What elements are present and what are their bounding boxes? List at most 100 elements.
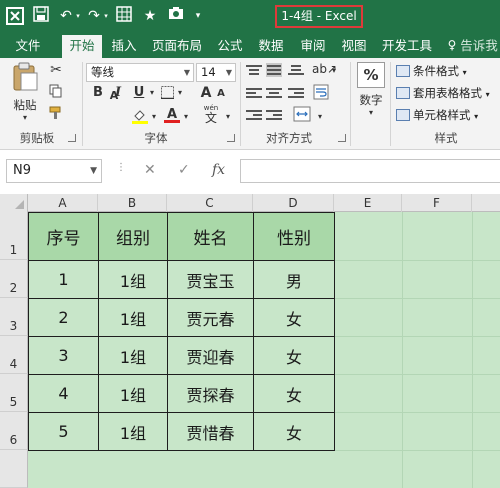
tab-view[interactable]: 视图 <box>336 33 372 58</box>
column-header-e[interactable]: E <box>334 194 402 212</box>
cell[interactable]: 1组 <box>98 298 168 337</box>
row-header-3[interactable]: 3 <box>0 298 28 336</box>
tab-formulas[interactable]: 公式 <box>212 33 248 58</box>
font-name-combo[interactable]: 等线 ▼ <box>86 63 194 82</box>
align-center-icon[interactable] <box>266 86 282 100</box>
tab-developer[interactable]: 开发工具 <box>378 33 436 58</box>
tab-insert[interactable]: 插入 <box>106 33 142 58</box>
number-format-button[interactable]: % 数字 ▾ <box>354 62 388 120</box>
row-header-4[interactable]: 4 <box>0 336 28 374</box>
cell[interactable]: 女 <box>253 298 335 337</box>
header-cell[interactable]: 性别 <box>253 212 335 261</box>
orientation-dropdown-icon[interactable]: ▾ <box>330 66 338 75</box>
merge-dropdown-icon[interactable]: ▾ <box>316 112 324 121</box>
grid-tool-icon[interactable] <box>114 6 134 26</box>
fill-color-icon[interactable] <box>132 108 148 127</box>
font-color-dropdown-icon[interactable]: ▾ <box>182 112 190 121</box>
formula-input[interactable] <box>240 159 500 183</box>
cell[interactable]: 2 <box>28 298 99 337</box>
header-cell[interactable]: 组别 <box>98 212 168 261</box>
cell[interactable]: 1组 <box>98 374 168 413</box>
more-dots-icon[interactable]: ⋮ <box>116 162 126 173</box>
tell-me-search[interactable]: 告诉我 <box>458 33 500 58</box>
phonetic-guide-button[interactable]: wén 文 <box>200 104 222 125</box>
cut-icon[interactable]: ✂ <box>48 62 64 78</box>
undo-dropdown-icon[interactable]: ▾ <box>74 6 82 26</box>
cell[interactable]: 贾迎春 <box>167 336 254 375</box>
tab-file[interactable]: 文件 <box>6 33 50 58</box>
row-header-6[interactable]: 6 <box>0 412 28 450</box>
increase-indent-icon[interactable] <box>266 108 282 122</box>
alignment-launcher-icon[interactable] <box>338 134 346 142</box>
decrease-indent-icon[interactable] <box>246 108 262 122</box>
cell[interactable]: 4 <box>28 374 99 413</box>
cell[interactable]: 女 <box>253 374 335 413</box>
font-launcher-icon[interactable] <box>227 134 235 142</box>
format-as-table-button[interactable]: 套用表格格式 ▾ <box>396 84 490 102</box>
cancel-entry-icon[interactable]: ✕ <box>144 162 156 178</box>
cell[interactable]: 贾探春 <box>167 374 254 413</box>
tab-page-layout[interactable]: 页面布局 <box>148 33 206 58</box>
align-bottom-icon[interactable] <box>288 63 304 77</box>
underline-button[interactable]: U <box>132 85 146 100</box>
column-header-d[interactable]: D <box>253 194 334 212</box>
font-size-combo[interactable]: 14 ▼ <box>196 63 236 82</box>
header-cell[interactable]: 序号 <box>28 212 99 261</box>
phonetic-dropdown-icon[interactable]: ▾ <box>224 112 232 121</box>
row-header-1[interactable]: 1 <box>0 212 28 260</box>
cell[interactable]: 1 <box>28 260 99 299</box>
cell[interactable]: 女 <box>253 412 335 451</box>
copy-icon[interactable] <box>48 84 64 101</box>
tab-home[interactable]: 开始 <box>62 35 102 58</box>
bold-button[interactable]: B <box>91 85 105 100</box>
conditional-formatting-button[interactable]: 条件格式 ▾ <box>396 62 467 80</box>
orientation-icon[interactable]: ab↗ <box>312 62 337 76</box>
grow-font-button[interactable]: A <box>200 85 212 101</box>
underline-dropdown-icon[interactable]: ▾ <box>148 88 156 97</box>
clipboard-launcher-icon[interactable] <box>68 134 76 142</box>
tab-review[interactable]: 审阅 <box>295 33 331 58</box>
cell[interactable]: 贾元春 <box>167 298 254 337</box>
column-header-a[interactable]: A <box>28 194 98 212</box>
format-painter-icon[interactable] <box>48 106 64 123</box>
fill-color-dropdown-icon[interactable]: ▾ <box>150 112 158 121</box>
cell[interactable]: 1组 <box>98 260 168 299</box>
align-left-icon[interactable] <box>246 86 262 100</box>
insert-function-icon[interactable]: fx <box>212 162 225 178</box>
customize-qat-icon[interactable]: ▾ <box>192 6 204 26</box>
column-header-b[interactable]: B <box>98 194 167 212</box>
save-icon[interactable] <box>30 6 52 26</box>
column-header-c[interactable]: C <box>167 194 253 212</box>
paste-button[interactable]: 粘贴 ▾ <box>8 62 42 122</box>
cell[interactable]: 贾宝玉 <box>167 260 254 299</box>
align-right-icon[interactable] <box>288 86 304 100</box>
header-cell[interactable]: 姓名 <box>167 212 254 261</box>
cell[interactable]: 女 <box>253 336 335 375</box>
redo-dropdown-icon[interactable]: ▾ <box>102 6 110 26</box>
name-box[interactable]: N9 ▼ <box>6 159 102 183</box>
cell-styles-button[interactable]: 单元格样式 ▾ <box>396 106 478 124</box>
cell[interactable]: 男 <box>253 260 335 299</box>
italic-button[interactable]: I <box>112 85 124 100</box>
wrap-text-icon[interactable] <box>312 84 330 103</box>
shrink-font-button[interactable]: A <box>216 88 226 99</box>
font-color-icon[interactable]: A <box>164 107 180 123</box>
undo-icon[interactable]: ↶ <box>58 6 74 26</box>
cell[interactable]: 3 <box>28 336 99 375</box>
select-all-button[interactable] <box>0 194 28 212</box>
border-dropdown-icon[interactable]: ▾ <box>176 88 184 97</box>
row-header-7[interactable] <box>0 450 28 488</box>
row-header-2[interactable]: 2 <box>0 260 28 298</box>
cell[interactable]: 1组 <box>98 336 168 375</box>
column-header-f[interactable]: F <box>402 194 472 212</box>
camera-icon[interactable] <box>166 6 186 26</box>
star-icon[interactable]: ★ <box>140 6 160 26</box>
tab-data[interactable]: 数据 <box>253 33 289 58</box>
row-header-5[interactable]: 5 <box>0 374 28 412</box>
cell[interactable]: 1组 <box>98 412 168 451</box>
border-icon[interactable] <box>160 86 174 102</box>
align-middle-icon[interactable] <box>266 63 282 77</box>
confirm-entry-icon[interactable]: ✓ <box>178 162 190 178</box>
align-top-icon[interactable] <box>246 63 262 77</box>
cell[interactable]: 5 <box>28 412 99 451</box>
